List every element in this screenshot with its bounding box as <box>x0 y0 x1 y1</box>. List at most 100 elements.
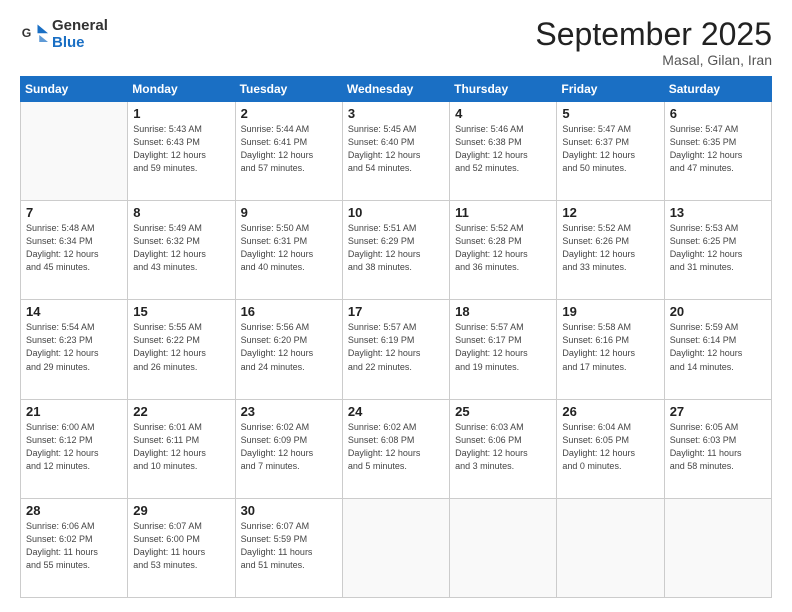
week-row-2: 14 Sunrise: 5:54 AM Sunset: 6:23 PM Dayli… <box>21 300 772 399</box>
day-number: 29 <box>133 503 229 518</box>
day-number: 11 <box>455 205 551 220</box>
location: Masal, Gilan, Iran <box>535 52 772 68</box>
col-saturday: Saturday <box>664 77 771 102</box>
day-info: Sunrise: 5:44 AM Sunset: 6:41 PM Dayligh… <box>241 123 337 175</box>
day-info: Sunrise: 5:52 AM Sunset: 6:28 PM Dayligh… <box>455 222 551 274</box>
day-info: Sunrise: 5:48 AM Sunset: 6:34 PM Dayligh… <box>26 222 122 274</box>
day-number: 1 <box>133 106 229 121</box>
day-info: Sunrise: 5:59 AM Sunset: 6:14 PM Dayligh… <box>670 321 766 373</box>
day-info: Sunrise: 6:01 AM Sunset: 6:11 PM Dayligh… <box>133 421 229 473</box>
calendar-cell: 24Sunrise: 6:02 AM Sunset: 6:08 PM Dayli… <box>342 399 449 498</box>
day-info: Sunrise: 5:47 AM Sunset: 6:37 PM Dayligh… <box>562 123 658 175</box>
day-number: 21 <box>26 404 122 419</box>
calendar-cell: 17 Sunrise: 5:57 AM Sunset: 6:19 PM Dayli… <box>342 300 449 399</box>
day-number: 15 <box>133 304 229 319</box>
day-info: Sunrise: 5:53 AM Sunset: 6:25 PM Dayligh… <box>670 222 766 274</box>
calendar-cell: 7 Sunrise: 5:48 AM Sunset: 6:34 PM Daylig… <box>21 201 128 300</box>
day-info: Sunrise: 5:43 AM Sunset: 6:43 PM Dayligh… <box>133 123 229 175</box>
day-number: 13 <box>670 205 766 220</box>
calendar-cell: 23 Sunrise: 6:02 AM Sunset: 6:09 PM Dayli… <box>235 399 342 498</box>
calendar-cell: 22 Sunrise: 6:01 AM Sunset: 6:11 PM Dayli… <box>128 399 235 498</box>
header-row: Sunday Monday Tuesday Wednesday Thursday… <box>21 77 772 102</box>
day-number: 2 <box>241 106 337 121</box>
calendar-cell: 29Sunrise: 6:07 AM Sunset: 6:00 PM Dayli… <box>128 498 235 597</box>
day-number: 27 <box>670 404 766 419</box>
calendar-cell: 1 Sunrise: 5:43 AM Sunset: 6:43 PM Daylig… <box>128 102 235 201</box>
day-number: 5 <box>562 106 658 121</box>
day-info: Sunrise: 5:54 AM Sunset: 6:23 PM Dayligh… <box>26 321 122 373</box>
day-number: 8 <box>133 205 229 220</box>
day-number: 22 <box>133 404 229 419</box>
calendar-cell: 12 Sunrise: 5:52 AM Sunset: 6:26 PM Dayli… <box>557 201 664 300</box>
day-number: 24 <box>348 404 444 419</box>
calendar-cell: 14 Sunrise: 5:54 AM Sunset: 6:23 PM Dayli… <box>21 300 128 399</box>
day-number: 18 <box>455 304 551 319</box>
day-info: Sunrise: 5:55 AM Sunset: 6:22 PM Dayligh… <box>133 321 229 373</box>
day-info: Sunrise: 6:07 AM Sunset: 5:59 PM Dayligh… <box>241 520 337 572</box>
calendar-cell: 27 Sunrise: 6:05 AM Sunset: 6:03 PM Dayli… <box>664 399 771 498</box>
day-info: Sunrise: 6:02 AM Sunset: 6:09 PM Dayligh… <box>241 421 337 473</box>
day-info: Sunrise: 5:50 AM Sunset: 6:31 PM Dayligh… <box>241 222 337 274</box>
month-title: September 2025 <box>535 18 772 50</box>
day-info: Sunrise: 5:49 AM Sunset: 6:32 PM Dayligh… <box>133 222 229 274</box>
day-number: 20 <box>670 304 766 319</box>
day-number: 17 <box>348 304 444 319</box>
calendar-cell: 10 Sunrise: 5:51 AM Sunset: 6:29 PM Dayli… <box>342 201 449 300</box>
day-number: 14 <box>26 304 122 319</box>
day-info: Sunrise: 6:05 AM Sunset: 6:03 PM Dayligh… <box>670 421 766 473</box>
calendar-cell: 4Sunrise: 5:46 AM Sunset: 6:38 PM Daylig… <box>450 102 557 201</box>
day-info: Sunrise: 5:56 AM Sunset: 6:20 PM Dayligh… <box>241 321 337 373</box>
day-info: Sunrise: 5:58 AM Sunset: 6:16 PM Dayligh… <box>562 321 658 373</box>
calendar-cell: 5 Sunrise: 5:47 AM Sunset: 6:37 PM Daylig… <box>557 102 664 201</box>
calendar-cell: 11 Sunrise: 5:52 AM Sunset: 6:28 PM Dayli… <box>450 201 557 300</box>
day-number: 12 <box>562 205 658 220</box>
calendar-cell: 28Sunrise: 6:06 AM Sunset: 6:02 PM Dayli… <box>21 498 128 597</box>
week-row-4: 28Sunrise: 6:06 AM Sunset: 6:02 PM Dayli… <box>21 498 772 597</box>
day-info: Sunrise: 6:00 AM Sunset: 6:12 PM Dayligh… <box>26 421 122 473</box>
week-row-1: 7 Sunrise: 5:48 AM Sunset: 6:34 PM Daylig… <box>21 201 772 300</box>
day-info: Sunrise: 6:03 AM Sunset: 6:06 PM Dayligh… <box>455 421 551 473</box>
logo-icon: G <box>20 21 48 49</box>
day-number: 7 <box>26 205 122 220</box>
day-info: Sunrise: 6:06 AM Sunset: 6:02 PM Dayligh… <box>26 520 122 572</box>
calendar-cell: 20 Sunrise: 5:59 AM Sunset: 6:14 PM Dayli… <box>664 300 771 399</box>
day-info: Sunrise: 6:04 AM Sunset: 6:05 PM Dayligh… <box>562 421 658 473</box>
calendar-cell: 19 Sunrise: 5:58 AM Sunset: 6:16 PM Dayli… <box>557 300 664 399</box>
day-number: 25 <box>455 404 551 419</box>
day-info: Sunrise: 5:45 AM Sunset: 6:40 PM Dayligh… <box>348 123 444 175</box>
day-info: Sunrise: 5:52 AM Sunset: 6:26 PM Dayligh… <box>562 222 658 274</box>
col-monday: Monday <box>128 77 235 102</box>
calendar-cell <box>557 498 664 597</box>
calendar-cell: 6Sunrise: 5:47 AM Sunset: 6:35 PM Daylig… <box>664 102 771 201</box>
header: G General Blue September 2025 Masal, Gil… <box>20 18 772 68</box>
day-number: 3 <box>348 106 444 121</box>
calendar-cell: 8 Sunrise: 5:49 AM Sunset: 6:32 PM Daylig… <box>128 201 235 300</box>
calendar-table: Sunday Monday Tuesday Wednesday Thursday… <box>20 76 772 598</box>
calendar-cell: 26Sunrise: 6:04 AM Sunset: 6:05 PM Dayli… <box>557 399 664 498</box>
calendar-cell: 9 Sunrise: 5:50 AM Sunset: 6:31 PM Daylig… <box>235 201 342 300</box>
calendar-cell: 21 Sunrise: 6:00 AM Sunset: 6:12 PM Dayli… <box>21 399 128 498</box>
day-number: 16 <box>241 304 337 319</box>
calendar-cell: 3 Sunrise: 5:45 AM Sunset: 6:40 PM Daylig… <box>342 102 449 201</box>
day-number: 9 <box>241 205 337 220</box>
day-number: 10 <box>348 205 444 220</box>
calendar-cell: 13 Sunrise: 5:53 AM Sunset: 6:25 PM Dayli… <box>664 201 771 300</box>
calendar-cell: 18Sunrise: 5:57 AM Sunset: 6:17 PM Dayli… <box>450 300 557 399</box>
col-thursday: Thursday <box>450 77 557 102</box>
day-info: Sunrise: 5:51 AM Sunset: 6:29 PM Dayligh… <box>348 222 444 274</box>
calendar-cell <box>450 498 557 597</box>
calendar-cell: 25 Sunrise: 6:03 AM Sunset: 6:06 PM Dayli… <box>450 399 557 498</box>
week-row-0: 1 Sunrise: 5:43 AM Sunset: 6:43 PM Daylig… <box>21 102 772 201</box>
calendar-cell <box>664 498 771 597</box>
day-info: Sunrise: 5:46 AM Sunset: 6:38 PM Dayligh… <box>455 123 551 175</box>
week-row-3: 21 Sunrise: 6:00 AM Sunset: 6:12 PM Dayli… <box>21 399 772 498</box>
day-number: 19 <box>562 304 658 319</box>
calendar-cell <box>21 102 128 201</box>
day-number: 23 <box>241 404 337 419</box>
col-friday: Friday <box>557 77 664 102</box>
col-wednesday: Wednesday <box>342 77 449 102</box>
day-info: Sunrise: 5:57 AM Sunset: 6:19 PM Dayligh… <box>348 321 444 373</box>
page: G General Blue September 2025 Masal, Gil… <box>0 0 792 612</box>
logo: G General Blue <box>20 18 108 51</box>
day-number: 6 <box>670 106 766 121</box>
